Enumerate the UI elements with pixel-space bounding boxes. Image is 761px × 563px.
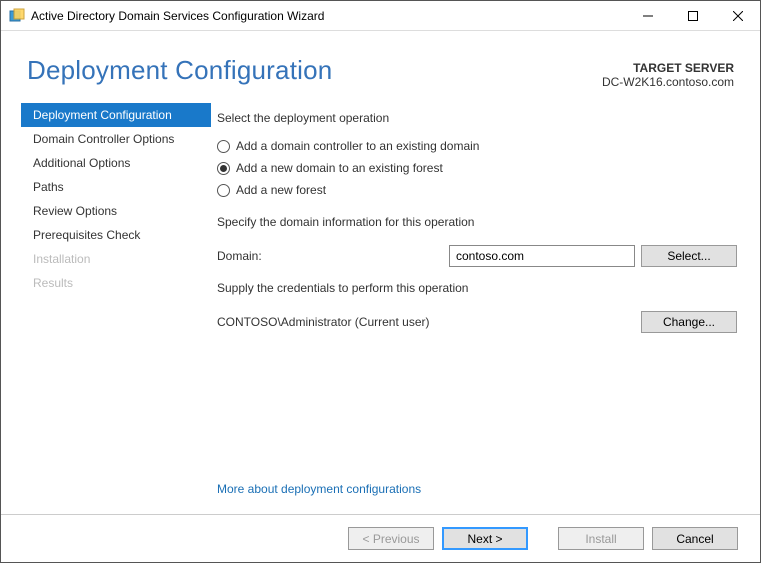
main-panel: Select the deployment operation Add a do… — [211, 99, 750, 514]
app-icon — [9, 8, 25, 24]
step-deployment-configuration[interactable]: Deployment Configuration — [21, 103, 211, 127]
radio-icon-selected — [217, 162, 230, 175]
wizard-window: Active Directory Domain Services Configu… — [0, 0, 761, 563]
cancel-button[interactable]: Cancel — [652, 527, 738, 550]
domain-field-label: Domain: — [217, 249, 449, 263]
change-credentials-button[interactable]: Change... — [641, 311, 737, 333]
maximize-button[interactable] — [670, 1, 715, 30]
window-controls — [625, 1, 760, 30]
titlebar: Active Directory Domain Services Configu… — [1, 1, 760, 31]
target-server-label: TARGET SERVER — [602, 61, 734, 75]
select-domain-button[interactable]: Select... — [641, 245, 737, 267]
credentials-label: Supply the credentials to perform this o… — [217, 281, 738, 295]
window-title: Active Directory Domain Services Configu… — [31, 9, 625, 23]
radio-add-new-forest[interactable]: Add a new forest — [217, 179, 738, 201]
step-review-options[interactable]: Review Options — [21, 199, 211, 223]
header: Deployment Configuration TARGET SERVER D… — [1, 31, 760, 99]
credentials-row: CONTOSO\Administrator (Current user) Cha… — [217, 311, 738, 333]
footer: < Previous Next > Install Cancel — [1, 514, 760, 562]
step-domain-controller-options[interactable]: Domain Controller Options — [21, 127, 211, 151]
sidebar: Deployment Configuration Domain Controll… — [1, 99, 211, 514]
domain-row: Domain: Select... — [217, 245, 738, 267]
radio-label: Add a domain controller to an existing d… — [236, 139, 479, 153]
specify-domain-label: Specify the domain information for this … — [217, 215, 738, 229]
domain-input[interactable] — [449, 245, 635, 267]
step-prerequisites-check[interactable]: Prerequisites Check — [21, 223, 211, 247]
target-server-block: TARGET SERVER DC-W2K16.contoso.com — [602, 55, 734, 89]
select-operation-label: Select the deployment operation — [217, 111, 738, 125]
close-button[interactable] — [715, 1, 760, 30]
step-additional-options[interactable]: Additional Options — [21, 151, 211, 175]
body: Deployment Configuration Domain Controll… — [1, 99, 760, 514]
install-button: Install — [558, 527, 644, 550]
step-installation: Installation — [21, 247, 211, 271]
radio-label: Add a new domain to an existing forest — [236, 161, 443, 175]
radio-label: Add a new forest — [236, 183, 326, 197]
page-title: Deployment Configuration — [27, 55, 602, 86]
minimize-button[interactable] — [625, 1, 670, 30]
credentials-value: CONTOSO\Administrator (Current user) — [217, 315, 635, 329]
target-server-value: DC-W2K16.contoso.com — [602, 75, 734, 89]
radio-add-domain-existing-forest[interactable]: Add a new domain to an existing forest — [217, 157, 738, 179]
radio-icon — [217, 140, 230, 153]
step-paths[interactable]: Paths — [21, 175, 211, 199]
step-results: Results — [21, 271, 211, 295]
radio-add-dc-existing-domain[interactable]: Add a domain controller to an existing d… — [217, 135, 738, 157]
radio-icon — [217, 184, 230, 197]
previous-button: < Previous — [348, 527, 434, 550]
next-button[interactable]: Next > — [442, 527, 528, 550]
more-about-link[interactable]: More about deployment configurations — [217, 482, 738, 514]
